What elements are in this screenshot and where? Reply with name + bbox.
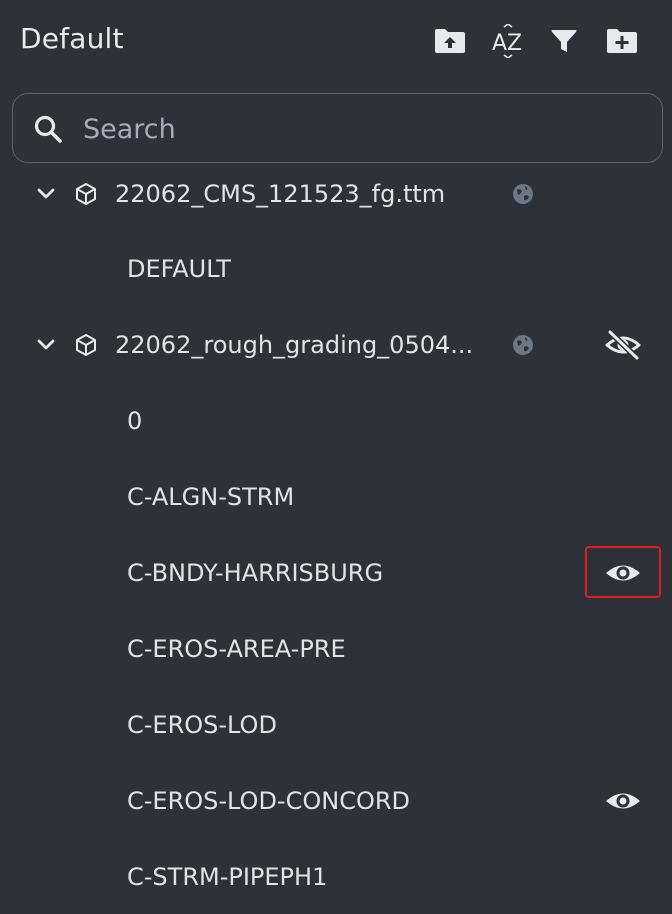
globe-icon[interactable] bbox=[510, 332, 536, 358]
search-icon bbox=[33, 114, 63, 144]
layer-name: C-EROS-AREA-PRE bbox=[127, 635, 346, 663]
chevron-down-icon[interactable] bbox=[34, 333, 58, 357]
cube-icon bbox=[74, 182, 98, 206]
panel-header: Default A Z bbox=[0, 0, 672, 84]
layer-row[interactable]: C-ALGN-STRM bbox=[0, 459, 672, 535]
cube-icon bbox=[74, 333, 98, 357]
sort-az-button[interactable]: A Z bbox=[489, 22, 527, 60]
layer-name: C-BNDY-HARRISBURG bbox=[127, 559, 384, 587]
search-box bbox=[12, 93, 663, 163]
layer-name: 0 bbox=[127, 407, 143, 435]
upload-folder-icon bbox=[433, 27, 467, 55]
eye-icon[interactable] bbox=[602, 552, 644, 594]
eye-off-icon[interactable] bbox=[602, 324, 644, 366]
layer-row[interactable]: DEFAULT bbox=[0, 231, 672, 307]
globe-icon[interactable] bbox=[510, 181, 536, 207]
layer-row[interactable]: C-EROS-LOD-CONCORD bbox=[0, 763, 672, 839]
tree-file-row[interactable]: 22062_rough_grading_0504... bbox=[0, 307, 672, 383]
panel-title: Default bbox=[20, 22, 124, 55]
add-folder-icon bbox=[605, 27, 639, 55]
layer-row[interactable]: C-BNDY-HARRISBURG bbox=[0, 535, 672, 611]
eye-icon[interactable] bbox=[602, 780, 644, 822]
layer-name: C-EROS-LOD bbox=[127, 711, 277, 739]
layer-name: C-ALGN-STRM bbox=[127, 483, 295, 511]
layer-row[interactable]: C-EROS-LOD bbox=[0, 687, 672, 763]
filter-button[interactable] bbox=[545, 22, 583, 60]
layer-name: DEFAULT bbox=[127, 255, 231, 283]
filter-icon bbox=[550, 27, 578, 55]
svg-text:A: A bbox=[492, 31, 507, 56]
layer-tree: 22062_CMS_121523_fg.ttm DEFAULT 22062_ro… bbox=[0, 166, 672, 914]
chevron-down-icon[interactable] bbox=[34, 182, 58, 206]
layer-row[interactable]: 0 bbox=[0, 383, 672, 459]
add-folder-button[interactable] bbox=[603, 22, 641, 60]
layer-name: C-EROS-LOD-CONCORD bbox=[127, 787, 410, 815]
layer-row[interactable]: C-EROS-AREA-PRE bbox=[0, 611, 672, 687]
layer-name: C-STRM-PIPEPH1 bbox=[127, 863, 328, 891]
search-input[interactable] bbox=[81, 106, 645, 152]
file-name: 22062_rough_grading_0504... bbox=[115, 331, 474, 359]
layer-row[interactable]: C-STRM-PIPEPH1 bbox=[0, 839, 672, 914]
upload-folder-button[interactable] bbox=[431, 22, 469, 60]
sort-az-icon: A Z bbox=[491, 24, 525, 58]
tree-file-row[interactable]: 22062_CMS_121523_fg.ttm bbox=[0, 166, 672, 232]
file-name: 22062_CMS_121523_fg.ttm bbox=[115, 180, 446, 208]
svg-text:Z: Z bbox=[507, 31, 522, 56]
